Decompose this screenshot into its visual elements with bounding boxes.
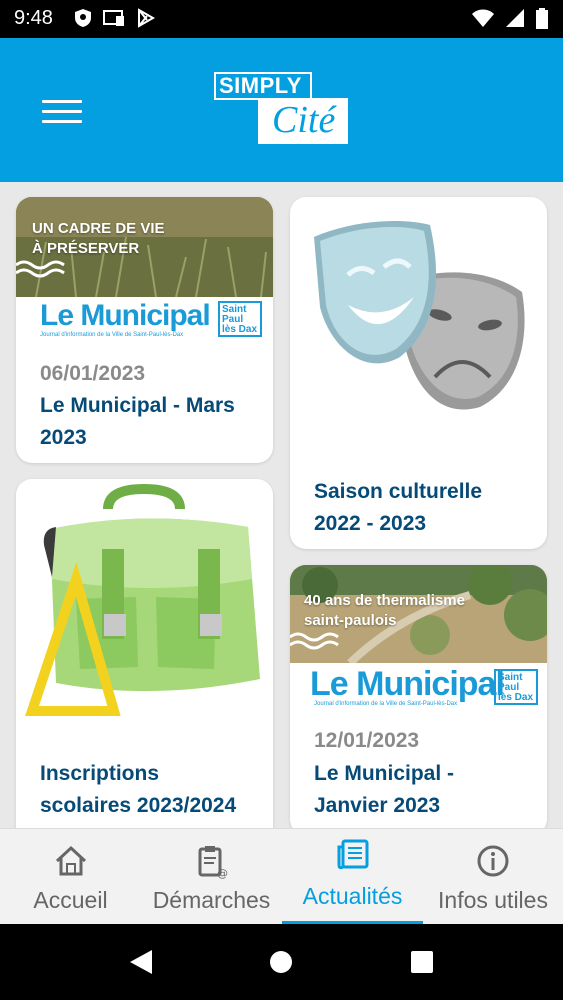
news-title-line1: Le Municipal - Mars — [40, 394, 235, 417]
news-title-line1: Saison culturelle — [314, 480, 483, 503]
logo-simply: SIMPLY — [214, 72, 312, 100]
cast-icon — [103, 10, 124, 26]
play-store-icon — [138, 8, 156, 28]
photo-caption-line1: 40 ans de thermalisme — [304, 592, 465, 609]
news-title-line1: Inscriptions — [40, 762, 160, 785]
wifi-icon — [472, 9, 494, 27]
nav-label: Démarches — [152, 887, 271, 913]
news-card-municipal-janvier[interactable]: 40 ans de thermalisme saint-paulois Le M… — [290, 565, 547, 828]
nav-label: Actualités — [302, 883, 403, 909]
nav-infos-utiles[interactable]: Infos utiles — [423, 829, 563, 925]
menu-icon-bar — [42, 120, 82, 123]
news-title-line2: Janvier 2023 — [314, 794, 441, 817]
masthead-tagline: Journal d'information de la Ville de Sai… — [314, 701, 458, 707]
status-bar: 9:48 — [0, 0, 563, 38]
menu-icon-bar — [42, 110, 82, 113]
news-date: 06/01/2023 — [40, 362, 146, 385]
masthead-title: Le Municipal — [310, 665, 505, 703]
svg-text:@: @ — [217, 867, 228, 879]
school-bag-icon — [25, 483, 260, 716]
menu-button[interactable] — [42, 100, 82, 124]
nav-label: Infos utiles — [438, 887, 548, 913]
masthead: Le Municipal Journal d'information de la… — [290, 663, 547, 709]
news-feed: UN CADRE DE VIE À PRÉSERVER Le Municipal… — [0, 182, 563, 828]
photo-caption-line1: UN CADRE DE VIE — [32, 220, 165, 237]
back-icon[interactable] — [128, 948, 154, 976]
photo-caption-line2: À PRÉSERVER — [32, 240, 140, 257]
home-button-icon[interactable] — [268, 949, 294, 975]
masthead-tagline: Journal d'information de la Ville de Sai… — [40, 332, 184, 338]
news-title-line2: scolaires 2023/2024 — [40, 794, 237, 817]
news-title-line1: Le Municipal - — [314, 762, 455, 785]
signal-icon — [506, 9, 524, 27]
app-logo: SIMPLY Cité — [214, 72, 350, 146]
masthead-title: Le Municipal — [40, 299, 211, 332]
system-navigation-bar — [0, 924, 563, 1000]
news-title-line2: 2023 — [40, 426, 87, 449]
photo-caption: UN CADRE DE VIE À PRÉSERVER — [32, 219, 165, 259]
saint-paul-badge: Saint Paul lès Dax — [494, 669, 538, 705]
battery-icon — [536, 8, 548, 29]
newspaper-icon — [337, 839, 368, 870]
status-time: 9:48 — [14, 7, 53, 29]
photo-caption-line2: saint-paulois — [304, 612, 397, 629]
news-date: 12/01/2023 — [314, 729, 420, 752]
info-icon — [477, 845, 509, 877]
news-title: Saison culturelle 2022 - 2023 — [314, 476, 482, 540]
home-icon — [55, 845, 86, 876]
status-left-icons — [74, 8, 156, 28]
menu-icon — [42, 100, 82, 103]
news-title: Inscriptions scolaires 2023/2024 — [40, 758, 236, 822]
saint-paul-badge: Saint Paul lès Dax — [218, 301, 262, 337]
masthead: Le Municipal Journal d'information de la… — [16, 297, 273, 341]
badge-line3: lès Dax — [222, 324, 258, 335]
nav-actualites[interactable]: Actualités — [282, 829, 423, 925]
photo-caption: 40 ans de thermalisme saint-paulois — [304, 591, 465, 631]
nav-label: Accueil — [33, 887, 108, 913]
shield-icon — [75, 9, 91, 27]
theatre-masks-icon — [314, 221, 525, 410]
news-card-inscriptions-scolaires[interactable]: Inscriptions scolaires 2023/2024 — [16, 479, 273, 828]
news-card-municipal-mars[interactable]: UN CADRE DE VIE À PRÉSERVER Le Municipal… — [16, 197, 273, 463]
news-title: Le Municipal - Janvier 2023 — [314, 758, 454, 822]
logo-cite: Cité — [258, 98, 348, 144]
badge-line3: lès Dax — [498, 692, 534, 703]
bottom-navigation: Accueil @ Démarches Actualités Infos uti… — [0, 828, 563, 925]
app-header: SIMPLY Cité — [0, 38, 563, 182]
status-right-icons — [471, 8, 549, 30]
news-title: Le Municipal - Mars 2023 — [40, 390, 235, 454]
nav-accueil[interactable]: Accueil — [0, 829, 141, 925]
recents-icon[interactable] — [410, 950, 434, 974]
clipboard-icon: @ — [198, 846, 228, 879]
nav-demarches[interactable]: @ Démarches — [141, 829, 282, 925]
news-card-saison-culturelle[interactable]: Saison culturelle 2022 - 2023 — [290, 197, 547, 549]
news-title-line2: 2022 - 2023 — [314, 512, 427, 535]
